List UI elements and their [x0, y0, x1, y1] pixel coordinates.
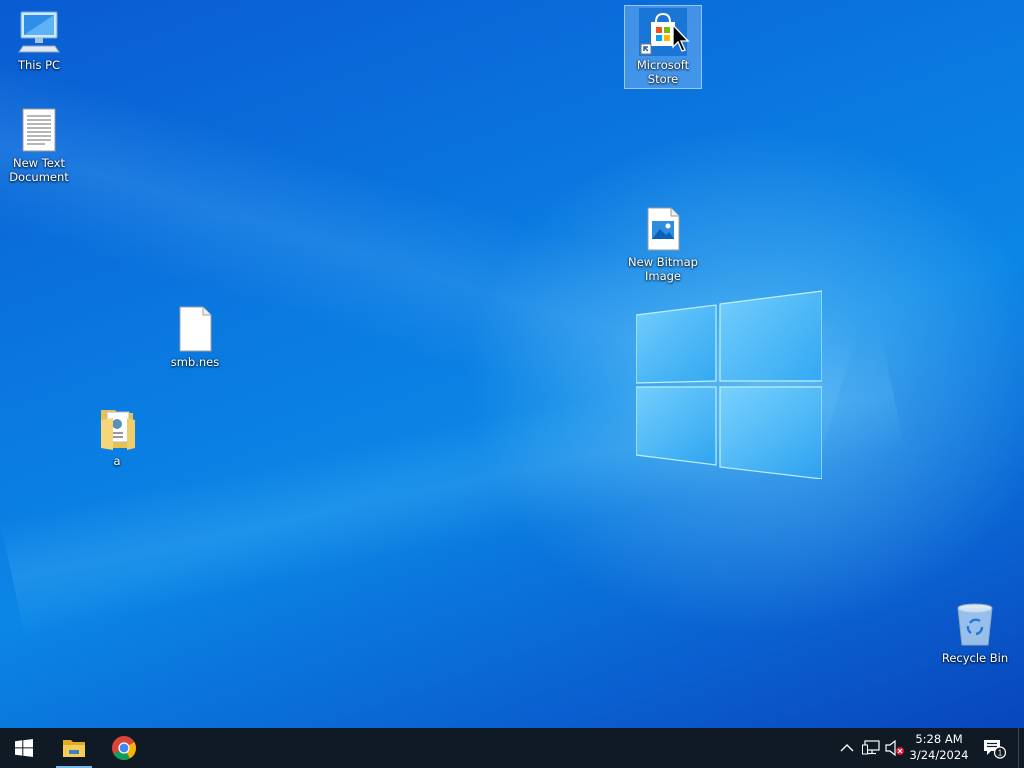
network-icon: [862, 740, 880, 755]
taskbar-clock[interactable]: 5:28 AM 3/24/2024: [903, 728, 975, 768]
desktop-icon-recycle-bin[interactable]: Recycle Bin: [937, 601, 1013, 665]
desktop-icon-label: a: [113, 454, 121, 468]
desktop-icon-new-bitmap-image[interactable]: New Bitmap Image: [625, 205, 701, 283]
volume-muted-icon: [885, 740, 904, 756]
action-center-button[interactable]: 1: [978, 728, 1010, 768]
taskbar: 5:28 AM 3/24/2024 1: [0, 728, 1024, 768]
desktop[interactable]: This PC New Text Document Microsoft Stor…: [0, 0, 1024, 728]
computer-icon: [15, 8, 63, 56]
chevron-up-icon: [840, 744, 854, 752]
start-button[interactable]: [0, 728, 48, 768]
tray-volume-button[interactable]: [885, 738, 905, 758]
tray-overflow-button[interactable]: [837, 738, 857, 758]
windows-start-icon: [15, 739, 33, 757]
desktop-icon-new-text-document[interactable]: New Text Document: [1, 106, 77, 184]
taskbar-file-explorer[interactable]: [50, 728, 98, 768]
blank-file-icon: [171, 305, 219, 353]
desktop-icon-label: New Bitmap Image: [628, 255, 698, 283]
chrome-icon: [112, 736, 136, 761]
text-document-icon: [15, 106, 63, 154]
tray-network-button[interactable]: [861, 738, 881, 758]
desktop-icon-label: smb.nes: [170, 355, 220, 369]
desktop-icon-smb-nes[interactable]: smb.nes: [157, 305, 233, 369]
desktop-icon-label: New Text Document: [9, 156, 69, 184]
show-desktop-button[interactable]: [1018, 728, 1024, 768]
clock-time: 5:28 AM: [915, 732, 963, 746]
notification-icon: 1: [984, 740, 1006, 759]
desktop-icon-label: This PC: [17, 58, 61, 72]
folder-icon: [93, 404, 141, 452]
notification-count: 1: [998, 749, 1003, 758]
desktop-icon-this-pc[interactable]: This PC: [1, 8, 77, 72]
taskbar-chrome[interactable]: [100, 728, 148, 768]
desktop-icon-label: Microsoft Store: [636, 58, 690, 86]
clock-date: 3/24/2024: [909, 748, 969, 762]
recycle-bin-icon: [951, 601, 999, 649]
desktop-icon-a[interactable]: a: [79, 404, 155, 468]
desktop-icon-label: Recycle Bin: [941, 651, 1009, 665]
bitmap-image-icon: [639, 205, 687, 253]
windows-logo-wallpaper: [636, 290, 822, 479]
file-explorer-icon: [63, 740, 85, 757]
mouse-cursor-icon: [672, 24, 690, 52]
